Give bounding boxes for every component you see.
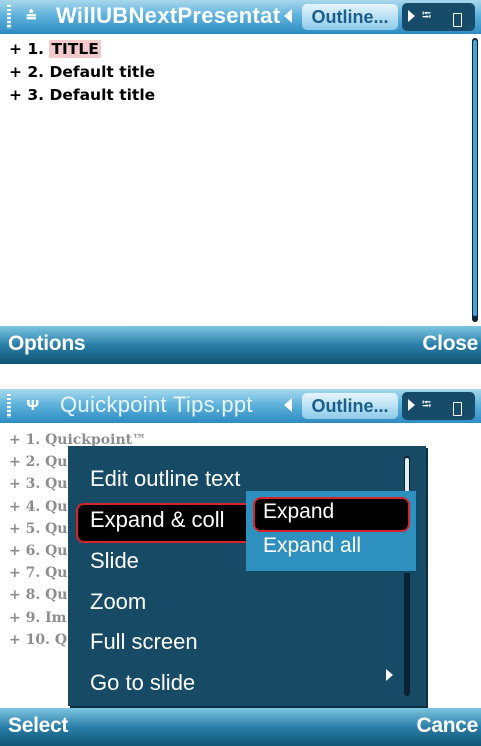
right-arrow-icon[interactable] [408,10,415,22]
scrollbar-thumb[interactable] [473,40,477,316]
outline-item-prefix: + 3. [9,86,50,104]
outline-item-title: Default title [49,86,156,104]
battery-icon [453,13,462,27]
select-softkey[interactable]: Select [8,714,68,738]
status-indicators: ⭾ [402,392,475,420]
document-title: WillUBNextPresentati [56,3,282,28]
submenu-item-expand-all[interactable]: Expand all [263,534,361,558]
outline-item-title: TITLE [49,40,101,58]
right-arrow-icon[interactable] [408,399,415,411]
battery-icon [453,402,462,416]
title-bar-stripe [7,394,11,418]
scrollbar[interactable] [472,38,478,322]
app-icon: ᴪ [26,394,40,414]
title-bar-stripe [7,5,11,29]
options-softkey[interactable]: Options [8,332,86,356]
status-indicators: ⭾ [402,3,475,31]
menu-item-expand-collapse[interactable]: Expand & coll [90,507,225,533]
outline-item-title: Default title [49,63,156,81]
menu-item-slide[interactable]: Slide [90,548,139,574]
left-arrow-icon[interactable] [284,398,292,412]
usb-icon: ⭾ [422,8,432,22]
menu-item-zoom[interactable]: Zoom [90,589,146,615]
menu-item-full-screen[interactable]: Full screen [90,629,198,655]
close-softkey[interactable]: Close [422,332,478,356]
outline-item[interactable]: + 1. TITLE [9,38,155,61]
menu-item-edit-outline-text[interactable]: Edit outline text [90,466,240,492]
outline-item-prefix: + 2. [9,63,50,81]
tab-outline-view[interactable]: Outline... [302,4,398,30]
submenu-arrow-icon [386,669,393,681]
options-menu: Edit outline text Expand & coll Slide Zo… [68,446,426,706]
title-bar: ᴪ Quickpoint Tips.ppt Outline... ⭾ [0,389,481,423]
left-arrow-icon[interactable] [284,9,292,23]
expand-submenu: Expand Expand all [246,491,416,571]
softkey-bar: Select Cance [0,708,481,746]
submenu-item-expand[interactable]: Expand [263,500,334,524]
usb-icon: ⭾ [422,397,432,411]
outline-list: + 1. TITLE + 2. Default title + 3. Defau… [9,38,155,107]
outline-item[interactable]: + 3. Default title [9,84,155,107]
cancel-softkey[interactable]: Cance [416,714,478,738]
outline-screen-1: ⩮ WillUBNextPresentati Outline... ⭾ + 1.… [0,0,481,364]
tab-outline-view[interactable]: Outline... [302,393,398,419]
document-title: Quickpoint Tips.ppt [60,392,253,417]
menu-item-go-to-slide[interactable]: Go to slide [90,670,195,696]
softkey-bar: Options Close [0,326,481,364]
app-icon: ⩮ [26,5,37,25]
outline-screen-2: ᴪ Quickpoint Tips.ppt Outline... ⭾ + 1. … [0,389,481,746]
outline-item[interactable]: + 2. Default title [9,61,155,84]
outline-item-prefix: + 1. [9,40,50,58]
title-bar: ⩮ WillUBNextPresentati Outline... ⭾ [0,0,481,34]
